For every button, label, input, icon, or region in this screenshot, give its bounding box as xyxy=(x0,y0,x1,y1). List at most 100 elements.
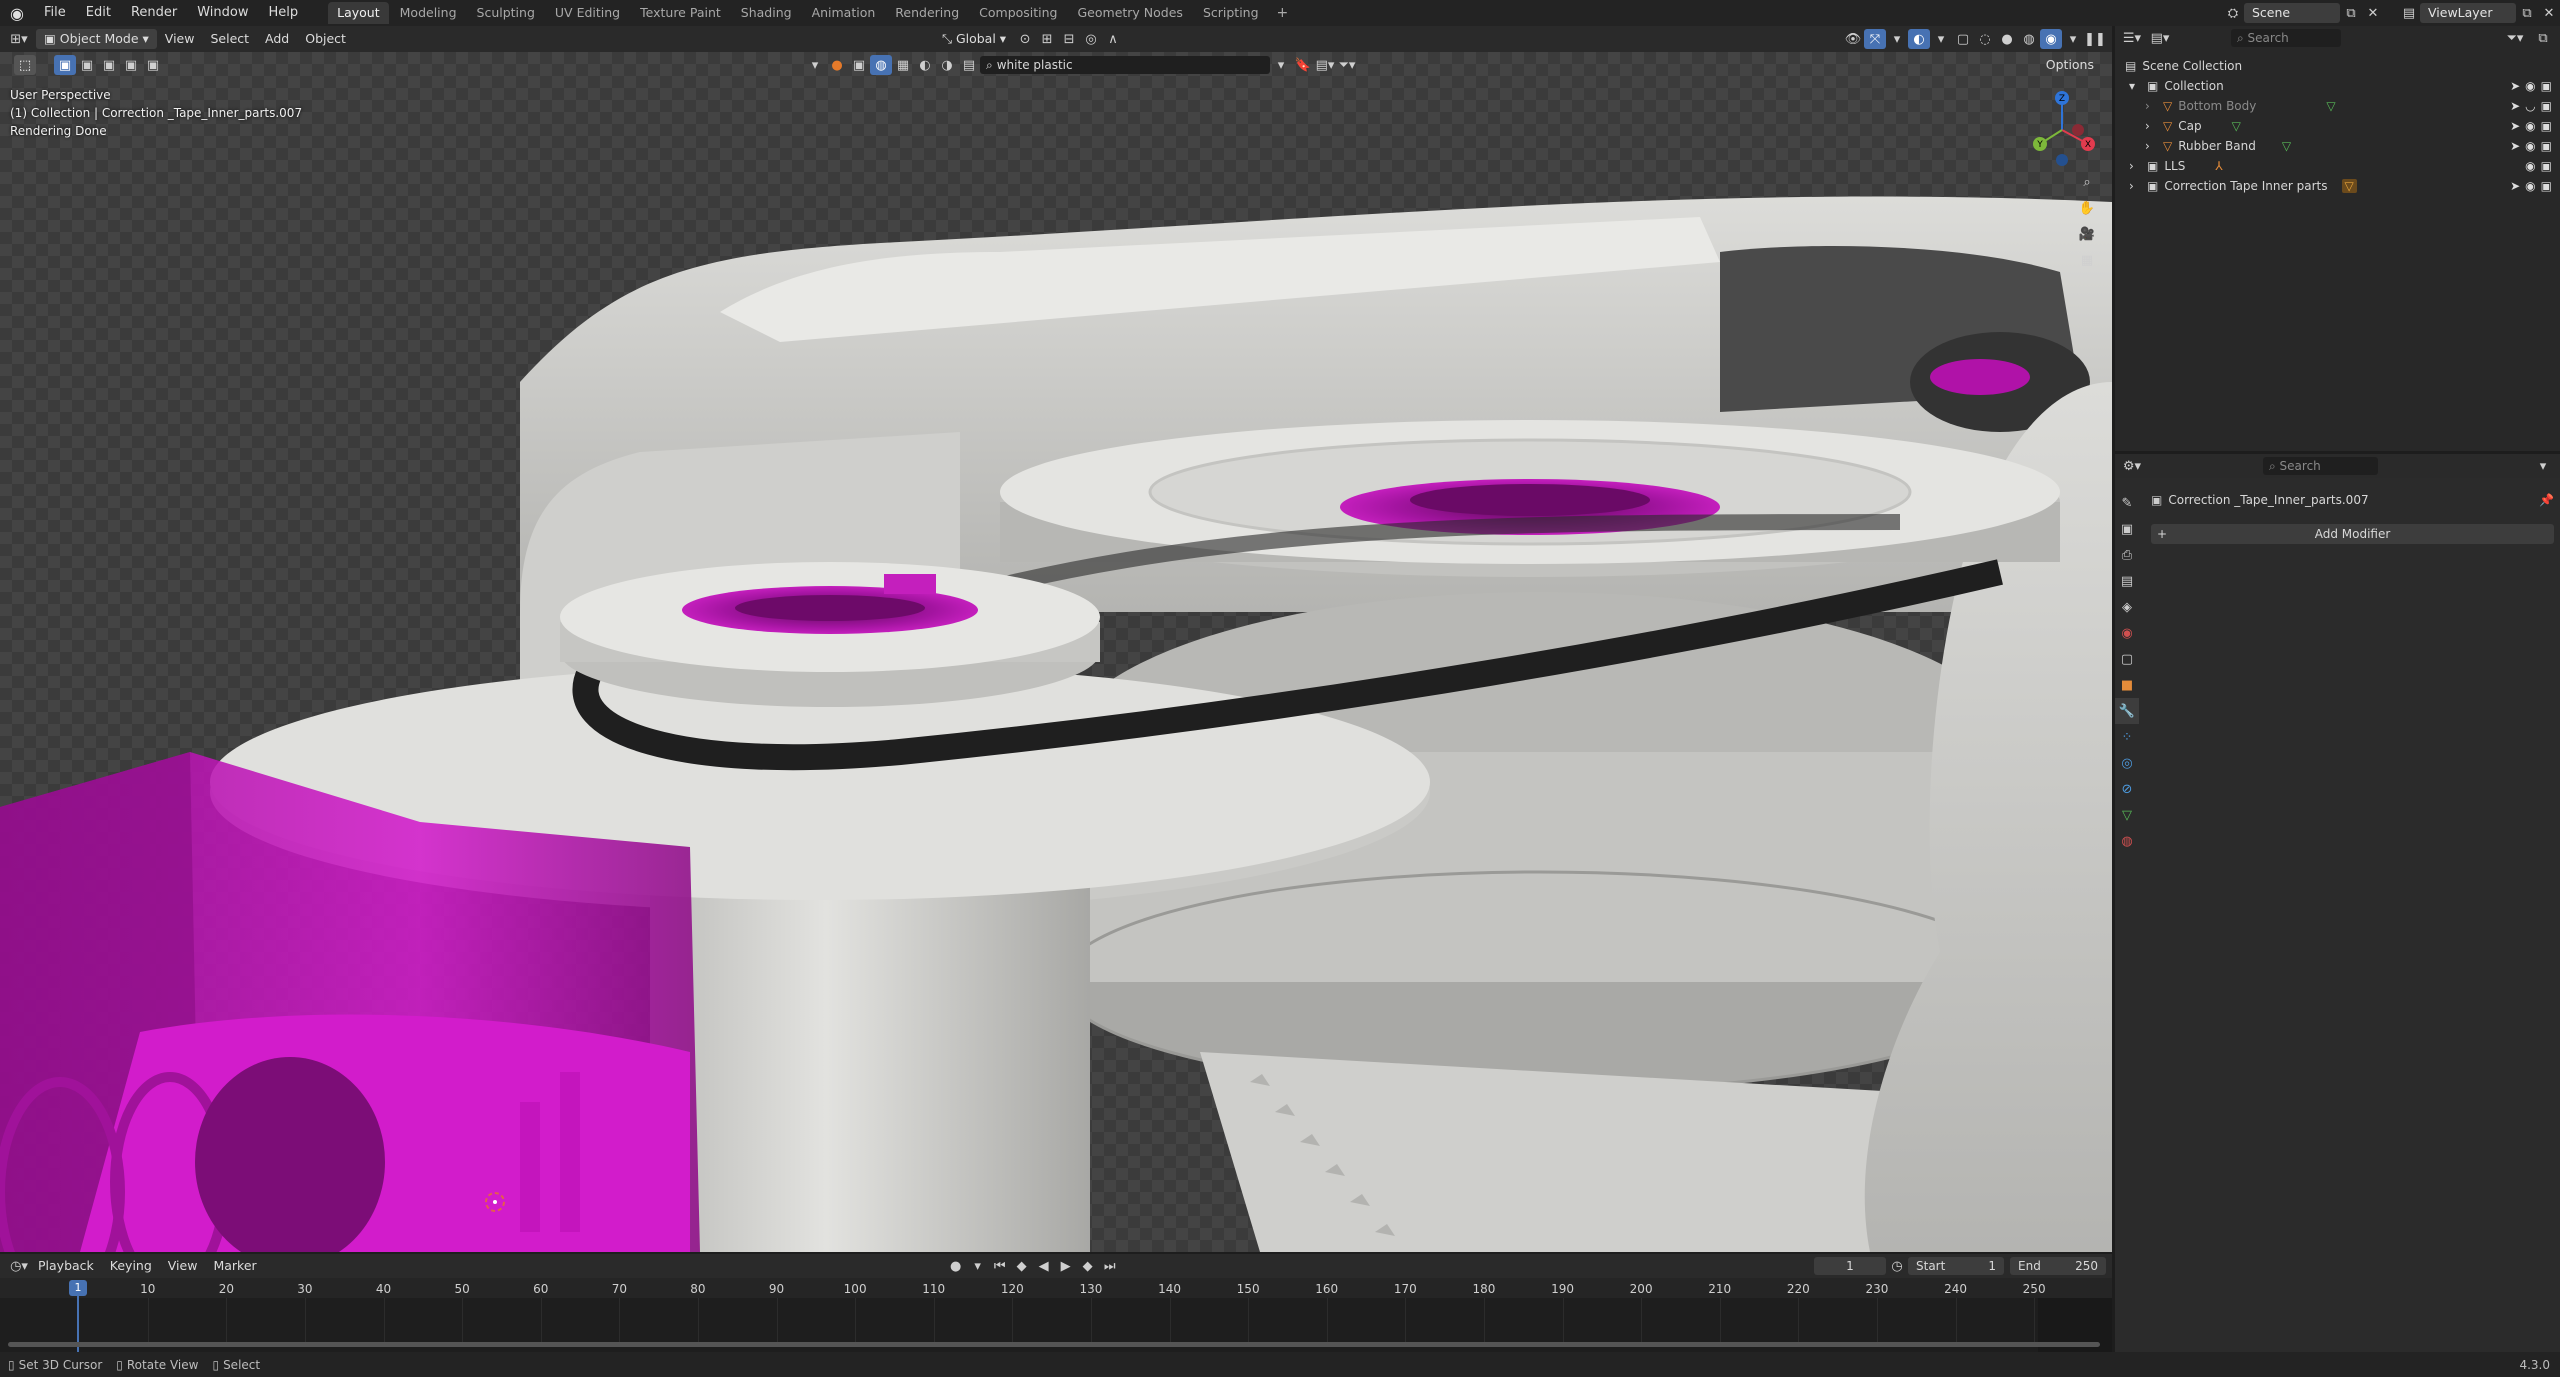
3d-viewport[interactable]: ⬚ ▣ ▣ ▣ ▣ ▣ ▾ ● ▣ ◍ ▦ ◐ ◑ ▤ ⌕ white plas… xyxy=(0,52,2112,1252)
collapse-icon[interactable]: ▾ xyxy=(804,55,826,75)
timeline-scrollbar[interactable] xyxy=(8,1342,2100,1347)
mode-selector[interactable]: ▣ Object Mode ▾ xyxy=(36,29,157,49)
rendered-shading-icon[interactable]: ◉ xyxy=(2040,29,2062,49)
select-box-tool-icon[interactable]: ⬚ xyxy=(14,55,36,75)
object-tab-icon[interactable]: ■ xyxy=(2115,672,2139,698)
expand-arrow-icon[interactable]: ▾ xyxy=(2129,79,2141,93)
outliner-row-correction-tape[interactable]: › ▣ Correction Tape Inner parts ▽ ➤ ◉ ▣ xyxy=(2115,176,2560,196)
outliner-row-bottom-body[interactable]: › ▽ Bottom Body ▽ ➤ ◡ ▣ xyxy=(2115,96,2560,116)
menu-help[interactable]: Help xyxy=(259,0,309,26)
world-tab-icon[interactable]: ◉ xyxy=(2115,620,2139,646)
menu-window[interactable]: Window xyxy=(187,0,258,26)
camera-icon[interactable]: ▣ xyxy=(2541,99,2552,113)
current-frame-field[interactable]: 1 xyxy=(1814,1257,1886,1275)
output-tab-icon[interactable]: ⎙ xyxy=(2115,542,2139,568)
tool-tab-icon[interactable]: ✎ xyxy=(2115,490,2139,516)
camera-view-icon[interactable]: 🎥 xyxy=(2076,224,2098,244)
menu-select[interactable]: Select xyxy=(202,29,257,49)
material-search-field[interactable]: ⌕ white plastic xyxy=(980,56,1270,74)
pin-icon[interactable]: 📌 xyxy=(2539,493,2554,507)
ortho-grid-icon[interactable]: ▦ xyxy=(2076,250,2098,270)
view-layer-tab-icon[interactable]: ▤ xyxy=(2115,568,2139,594)
camera-icon[interactable]: ▣ xyxy=(2541,139,2552,153)
tab-uv-editing[interactable]: UV Editing xyxy=(546,2,629,24)
view-layer-selector[interactable]: ViewLayer xyxy=(2420,3,2516,23)
scene-selector[interactable]: Scene xyxy=(2244,3,2340,23)
solid-shading-icon[interactable]: ● xyxy=(1996,29,2018,49)
tab-modeling[interactable]: Modeling xyxy=(391,2,466,24)
display-mode-icon[interactable]: ▤▾ xyxy=(2149,28,2171,48)
next-keyframe-icon[interactable]: ◆ xyxy=(1077,1256,1099,1276)
options-button[interactable]: Options xyxy=(2038,55,2102,75)
menu-timeline-view[interactable]: View xyxy=(160,1256,206,1276)
outliner-search-field[interactable]: ⌕ Search xyxy=(2231,29,2341,47)
delete-scene-icon[interactable]: ✕ xyxy=(2362,3,2384,23)
tab-geometry-nodes[interactable]: Geometry Nodes xyxy=(1069,2,1192,24)
preview-range-icon[interactable]: ◷ xyxy=(1886,1256,1908,1276)
view-layer-icon[interactable]: ▤ xyxy=(2398,3,2420,23)
pan-hand-icon[interactable]: ✋ xyxy=(2076,198,2098,218)
expand-arrow-icon[interactable]: › xyxy=(2145,99,2157,113)
zoom-icon[interactable]: ⌕ xyxy=(2076,172,2098,192)
camera-icon[interactable]: ▣ xyxy=(2541,79,2552,93)
select-mode-extend-icon[interactable]: ▣ xyxy=(76,55,98,75)
outliner-row-rubber-band[interactable]: › ▽ Rubber Band ▽ ➤ ◉ ▣ xyxy=(2115,136,2560,156)
select-mode-subtract-icon[interactable]: ▣ xyxy=(98,55,120,75)
filter-mesh-icon[interactable]: ▣ xyxy=(848,55,870,75)
outliner-row-scene-collection[interactable]: ▤ Scene Collection xyxy=(2115,56,2560,76)
menu-add[interactable]: Add xyxy=(257,29,297,49)
delete-view-layer-icon[interactable]: ✕ xyxy=(2538,3,2560,23)
gizmo-dropdown-icon[interactable]: ▾ xyxy=(1886,29,1908,49)
visibility-icon[interactable]: 👁 xyxy=(1842,29,1864,49)
start-frame-field[interactable]: Start 1 xyxy=(1908,1257,2004,1275)
properties-options-icon[interactable]: ▾ xyxy=(2532,456,2554,476)
menu-file[interactable]: File xyxy=(34,0,76,26)
tab-compositing[interactable]: Compositing xyxy=(970,2,1066,24)
modifier-tab-icon[interactable]: 🔧 xyxy=(2115,698,2139,724)
shading-dropdown-icon[interactable]: ▾ xyxy=(2062,29,2084,49)
search-dropdown-icon[interactable]: ▾ xyxy=(1270,55,1292,75)
timeline-editor-type-icon[interactable]: ◷▾ xyxy=(8,1256,30,1276)
play-icon[interactable]: ▶ xyxy=(1055,1256,1077,1276)
data-tab-icon[interactable]: ▽ xyxy=(2115,802,2139,828)
expand-arrow-icon[interactable]: › xyxy=(2145,139,2157,153)
timeline[interactable]: 1 10 20 30 40 50 60 70 80 90 100 110 120 130 140 150 16… xyxy=(0,1278,2112,1352)
tab-shading[interactable]: Shading xyxy=(732,2,801,24)
expand-arrow-icon[interactable]: › xyxy=(2145,119,2157,133)
tab-sculpting[interactable]: Sculpting xyxy=(468,2,544,24)
particles-tab-icon[interactable]: ⁘ xyxy=(2115,724,2139,750)
properties-editor-type-icon[interactable]: ⚙▾ xyxy=(2121,456,2143,476)
transform-orientation-selector[interactable]: ⤡ Global ▾ xyxy=(934,29,1014,49)
filter-light-icon[interactable]: ◐ xyxy=(914,55,936,75)
select-mode-new-icon[interactable]: ▣ xyxy=(54,55,76,75)
overlay-dropdown-icon[interactable]: ▾ xyxy=(1930,29,1952,49)
material-sphere-icon[interactable]: ● xyxy=(826,55,848,75)
snap-target-icon[interactable]: ⊟ xyxy=(1058,29,1080,49)
outliner-row-cap[interactable]: › ▽ Cap ▽ ➤ ◉ ▣ xyxy=(2115,116,2560,136)
menu-object[interactable]: Object xyxy=(297,29,354,49)
display-mode-icon[interactable]: ▤▾ xyxy=(1314,55,1336,75)
select-mode-invert-icon[interactable]: ▣ xyxy=(120,55,142,75)
jump-end-icon[interactable]: ⏭ xyxy=(1099,1256,1121,1276)
editor-type-icon[interactable]: ⊞▾ xyxy=(8,29,30,49)
new-view-layer-icon[interactable]: ⧉ xyxy=(2516,3,2538,23)
eye-closed-icon[interactable]: ◡ xyxy=(2525,99,2535,113)
camera-icon[interactable]: ▣ xyxy=(2541,179,2552,193)
filter-material-icon[interactable]: ◍ xyxy=(870,55,892,75)
properties-search-field[interactable]: ⌕ Search xyxy=(2263,457,2378,475)
wireframe-shading-icon[interactable]: ◌ xyxy=(1974,29,1996,49)
proportional-edit-icon[interactable]: ◎ xyxy=(1080,29,1102,49)
material-tab-icon[interactable]: ◍ xyxy=(2115,828,2139,854)
eye-icon[interactable]: ◉ xyxy=(2525,139,2535,153)
eye-icon[interactable]: ◉ xyxy=(2525,119,2535,133)
pivot-icon[interactable]: ⊙ xyxy=(1014,29,1036,49)
pause-render-icon[interactable]: ❚❚ xyxy=(2084,29,2106,49)
menu-render[interactable]: Render xyxy=(121,0,187,26)
camera-icon[interactable]: ▣ xyxy=(2541,159,2552,173)
menu-view[interactable]: View xyxy=(157,29,203,49)
playhead[interactable]: 1 xyxy=(69,1280,87,1296)
select-toggle-icon[interactable]: ➤ xyxy=(2510,99,2520,113)
auto-keying-icon[interactable]: ● xyxy=(945,1256,967,1276)
menu-marker[interactable]: Marker xyxy=(205,1256,264,1276)
tab-scripting[interactable]: Scripting xyxy=(1194,2,1268,24)
